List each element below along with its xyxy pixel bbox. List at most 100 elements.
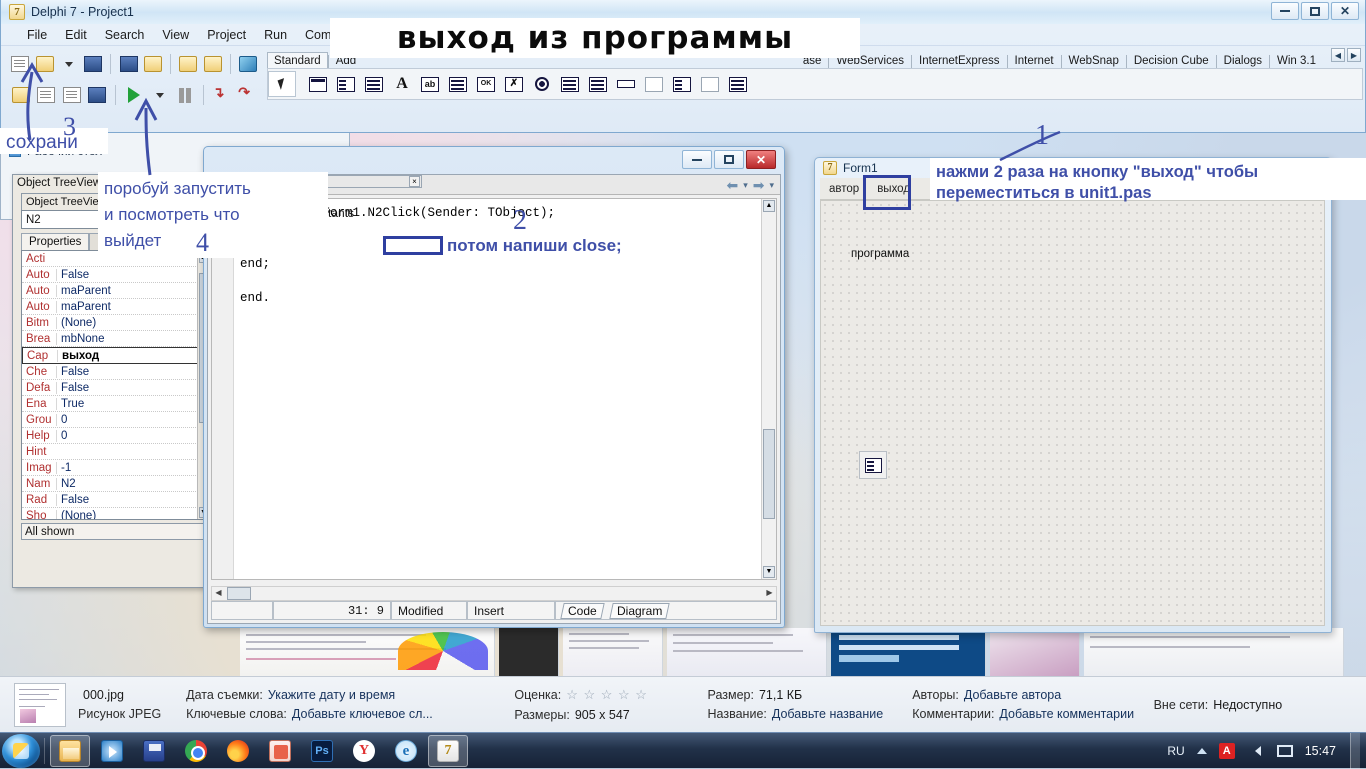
property-row[interactable]: Che False bbox=[22, 364, 208, 380]
new-form-button[interactable] bbox=[9, 83, 33, 107]
thumbnail-item[interactable] bbox=[563, 628, 663, 676]
forward-dropdown-icon[interactable]: ▾ bbox=[769, 180, 774, 191]
taskbar-firefox-button[interactable] bbox=[218, 735, 258, 767]
palette-frames[interactable] bbox=[304, 71, 332, 97]
menu-view[interactable]: View bbox=[154, 26, 197, 44]
run-dropdown-button[interactable] bbox=[148, 83, 172, 107]
delphi-window-controls[interactable]: ✕ bbox=[1271, 2, 1359, 20]
value-rating[interactable]: ☆ ☆ ☆ ☆ ☆ bbox=[566, 687, 648, 703]
palette-popupmenu[interactable] bbox=[360, 71, 388, 97]
taskbar-word-button[interactable] bbox=[260, 735, 300, 767]
taskbar-chrome-button[interactable] bbox=[176, 735, 216, 767]
value-comments[interactable]: Добавьте комментарии bbox=[999, 707, 1134, 721]
palette-panel[interactable] bbox=[696, 71, 724, 97]
property-value[interactable]: False bbox=[56, 365, 208, 378]
property-value[interactable]: mbNone bbox=[56, 332, 208, 345]
property-value[interactable]: maParent bbox=[56, 300, 208, 313]
palette-scrollbar[interactable] bbox=[612, 71, 640, 97]
tab-properties[interactable]: Properties bbox=[21, 233, 90, 250]
toggle-form-unit-button[interactable] bbox=[35, 83, 59, 107]
delphi-toolbar-standard[interactable] bbox=[9, 50, 259, 78]
form-menu-item-author[interactable]: автор bbox=[820, 180, 868, 198]
property-row[interactable]: Auto maParent bbox=[22, 299, 208, 315]
minimize-button[interactable] bbox=[1271, 2, 1299, 20]
pause-button[interactable] bbox=[173, 83, 197, 107]
palette-label[interactable]: A bbox=[388, 71, 416, 97]
property-row[interactable]: Sho (None) bbox=[22, 508, 208, 519]
property-row[interactable]: Auto maParent bbox=[22, 283, 208, 299]
show-desktop-button[interactable] bbox=[1350, 732, 1360, 769]
maximize-button[interactable] bbox=[1301, 2, 1329, 20]
palette-button[interactable]: OK bbox=[472, 71, 500, 97]
palette-actionlist[interactable] bbox=[724, 71, 752, 97]
taskbar-save-button[interactable] bbox=[134, 735, 174, 767]
property-value[interactable]: 0 bbox=[56, 413, 208, 426]
taskbar-media-player-button[interactable] bbox=[92, 735, 132, 767]
taskbar-ie-button[interactable] bbox=[386, 735, 426, 767]
value-date-taken[interactable]: Укажите дату и время bbox=[268, 688, 395, 702]
property-row[interactable]: Ena True bbox=[22, 396, 208, 412]
code-vertical-scrollbar[interactable]: ▲ ▼ bbox=[761, 199, 776, 579]
menu-edit[interactable]: Edit bbox=[57, 26, 95, 44]
property-row[interactable]: Imag -1 bbox=[22, 460, 208, 476]
volume-icon[interactable] bbox=[1247, 742, 1265, 760]
palette-pointer-tool[interactable] bbox=[268, 71, 296, 97]
back-dropdown-icon[interactable]: ▾ bbox=[743, 180, 748, 191]
property-row[interactable]: Nam N2 bbox=[22, 476, 208, 492]
menu-project[interactable]: Project bbox=[199, 26, 254, 44]
palette-scroll-left-button[interactable]: ◀ bbox=[1331, 48, 1345, 62]
photo-thumbnail[interactable] bbox=[14, 682, 66, 727]
property-value[interactable]: выход bbox=[57, 349, 207, 362]
palette-scroll-buttons[interactable]: ◀ ▶ bbox=[1331, 48, 1361, 62]
palette-radiogroup[interactable] bbox=[668, 71, 696, 97]
add-to-project-button[interactable] bbox=[177, 52, 199, 76]
value-title[interactable]: Добавьте название bbox=[772, 707, 883, 721]
status-view-tabs[interactable]: Code Diagram bbox=[555, 601, 777, 620]
taskbar-explorer-button[interactable] bbox=[50, 734, 90, 767]
scrollbar-thumb[interactable] bbox=[227, 587, 251, 600]
code-minimize-button[interactable] bbox=[682, 150, 712, 169]
property-value[interactable]: -1 bbox=[56, 461, 208, 474]
palette-checkbox[interactable]: ✗ bbox=[500, 71, 528, 97]
property-value[interactable]: False bbox=[56, 381, 208, 394]
scroll-down-button[interactable]: ▼ bbox=[763, 566, 775, 578]
open-button[interactable] bbox=[33, 52, 55, 76]
delphi-toolbar-view-debug[interactable]: ↴ ↷ bbox=[9, 81, 259, 109]
property-row[interactable]: Rad False bbox=[22, 492, 208, 508]
help-button[interactable] bbox=[237, 52, 259, 76]
code-editor-titlebar[interactable]: ✕ bbox=[204, 147, 784, 174]
property-row[interactable]: Brea mbNone bbox=[22, 331, 208, 347]
delphi-toolbars[interactable]: ↴ ↷ bbox=[1, 46, 259, 109]
property-value[interactable]: True bbox=[56, 397, 208, 410]
palette-tab-standard[interactable]: Standard bbox=[267, 52, 328, 68]
property-row[interactable]: Auto False bbox=[22, 267, 208, 283]
view-tab-diagram[interactable]: Diagram bbox=[608, 602, 670, 619]
palette-tab-internet[interactable]: Internet bbox=[1008, 52, 1061, 68]
trace-into-button[interactable]: ↴ bbox=[210, 83, 234, 107]
thumbnail-item[interactable] bbox=[240, 628, 495, 676]
start-button[interactable] bbox=[2, 733, 40, 768]
property-row[interactable]: Hint bbox=[22, 444, 208, 460]
thumbnail-item[interactable] bbox=[831, 628, 986, 676]
value-keywords[interactable]: Добавьте ключевое сл... bbox=[292, 707, 433, 721]
thumbnail-item[interactable] bbox=[499, 628, 559, 676]
taskbar-yandex-button[interactable]: Y bbox=[344, 735, 384, 767]
code-maximize-button[interactable] bbox=[714, 150, 744, 169]
windows-taskbar[interactable]: Ps Y RU A 15:47 bbox=[0, 732, 1366, 769]
view-unit-button[interactable] bbox=[60, 83, 84, 107]
property-row[interactable]: Cap выход bbox=[22, 347, 208, 364]
scroll-up-button[interactable]: ▲ bbox=[763, 200, 775, 212]
property-grid[interactable]: Acti Auto False Auto maParent Auto maParent Bit… bbox=[21, 250, 209, 520]
step-over-button[interactable]: ↷ bbox=[235, 83, 259, 107]
run-button[interactable] bbox=[122, 83, 146, 107]
view-tab-code[interactable]: Code bbox=[560, 602, 605, 619]
property-row[interactable]: Defa False bbox=[22, 380, 208, 396]
palette-tab-decision-cube[interactable]: Decision Cube bbox=[1127, 52, 1216, 68]
scrollbar-thumb[interactable] bbox=[763, 429, 775, 519]
network-icon[interactable] bbox=[1276, 744, 1293, 757]
code-horizontal-scrollbar[interactable]: ◀ ▶ bbox=[211, 586, 777, 601]
save-button[interactable] bbox=[82, 52, 104, 76]
menu-search[interactable]: Search bbox=[97, 26, 153, 44]
show-hidden-icons-icon[interactable] bbox=[1196, 747, 1207, 754]
scroll-left-button[interactable]: ◀ bbox=[212, 587, 225, 600]
